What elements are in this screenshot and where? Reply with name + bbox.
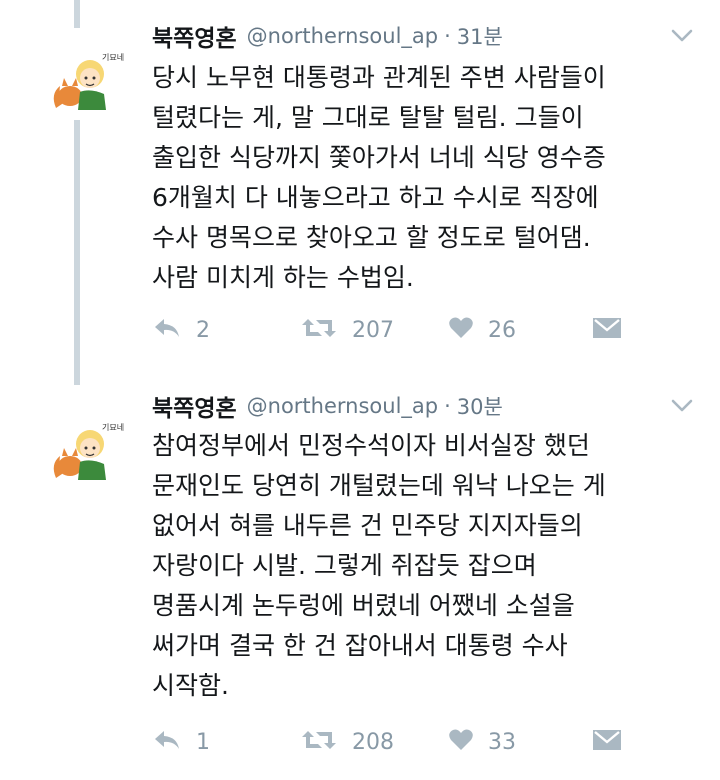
author-handle[interactable]: @northernsoul_ap: [247, 24, 438, 48]
retweet-icon: [300, 727, 338, 757]
like-button[interactable]: 26: [448, 310, 516, 350]
tweet-text-line: 자랑이다 시발. 그렇게 쥐잡듯 잡으며: [152, 551, 537, 580]
tweet-text: 당시 노무현 대통령과 관계된 주변 사람들이 털렸다는 게, 말 그대로 탈탈…: [152, 58, 697, 298]
direct-message-button[interactable]: [592, 310, 622, 350]
tweet-text-line: 수사 명목으로 찾아오고 할 정도로 털어댐.: [152, 223, 591, 252]
tweet-text-line: 없어서 혀를 내두른 건 민주당 지지자들의: [152, 511, 583, 540]
reply-count: 2: [196, 317, 210, 343]
timestamp[interactable]: 30분: [457, 391, 503, 421]
tweet-text-line: 써가며 결국 한 건 잡아내서 대통령 수사: [152, 631, 568, 660]
retweet-count: 208: [352, 729, 394, 755]
author-name[interactable]: 북쪽영혼: [152, 389, 237, 423]
retweet-count: 207: [352, 317, 394, 343]
author-handle[interactable]: @northernsoul_ap: [247, 394, 438, 418]
chevron-down-icon[interactable]: [668, 392, 696, 420]
separator-dot: ·: [444, 394, 451, 418]
reply-icon: [152, 728, 182, 756]
envelope-icon: [592, 316, 622, 344]
tweet-text-line: 참여정부에서 민정수석이자 비서실장 했던: [152, 431, 590, 460]
tweet[interactable]: 기묘네 북쪽영혼 @northernsoul_ap · 31분 당시 노무현 대…: [0, 16, 720, 376]
tweet-text-line: 출입한 식당까지 쫓아가서 너네 식당 영수증: [152, 143, 606, 172]
reply-button[interactable]: 2: [152, 310, 210, 350]
svg-text:기묘네: 기묘네: [102, 53, 124, 62]
like-count: 26: [488, 317, 516, 343]
tweet-text-line: 명품시계 논두렁에 버렸네 어쨌네 소설을: [152, 591, 575, 620]
author-name[interactable]: 북쪽영혼: [152, 19, 237, 53]
svg-text:기묘네: 기묘네: [102, 423, 124, 432]
heart-icon: [448, 728, 474, 756]
avatar[interactable]: 기묘네: [44, 408, 124, 488]
direct-message-button[interactable]: [592, 722, 622, 762]
like-count: 33: [488, 729, 516, 755]
tweet[interactable]: 기묘네 북쪽영혼 @northernsoul_ap · 30분 참여정부에서 민…: [0, 386, 720, 780]
reply-icon: [152, 316, 182, 344]
avatar[interactable]: 기묘네: [44, 38, 124, 118]
heart-icon: [448, 316, 474, 344]
retweet-icon: [300, 315, 338, 345]
retweet-button[interactable]: 208: [300, 722, 394, 762]
tweet-text-line: 당시 노무현 대통령과 관계된 주변 사람들이: [152, 63, 606, 92]
like-button[interactable]: 33: [448, 722, 516, 762]
separator-dot: ·: [444, 24, 451, 48]
envelope-icon: [592, 728, 622, 756]
tweet-text-line: 시작함.: [152, 671, 229, 700]
tweet-header: 북쪽영혼 @northernsoul_ap · 30분: [152, 386, 503, 426]
tweet-text-line: 사람 미치게 하는 수법임.: [152, 263, 414, 292]
tweet-text-line: 문재인도 당연히 개털렸는데 워낙 나오는 게: [152, 471, 606, 500]
reply-button[interactable]: 1: [152, 722, 210, 762]
tweet-text-line: 털렸다는 게, 말 그대로 탈탈 털림. 그들이: [152, 103, 584, 132]
reply-count: 1: [196, 729, 210, 755]
tweet-header: 북쪽영혼 @northernsoul_ap · 31분: [152, 16, 503, 56]
retweet-button[interactable]: 207: [300, 310, 394, 350]
tweet-actions: 2 207 26: [152, 310, 632, 350]
tweet-text: 참여정부에서 민정수석이자 비서실장 했던 문재인도 당연히 개털렸는데 워낙 …: [152, 426, 697, 706]
timestamp[interactable]: 31분: [457, 21, 503, 51]
tweet-actions: 1 208 33: [152, 722, 632, 762]
chevron-down-icon[interactable]: [668, 22, 696, 50]
tweet-text-line: 6개월치 다 내놓으라고 하고 수시로 직장에: [152, 183, 599, 212]
